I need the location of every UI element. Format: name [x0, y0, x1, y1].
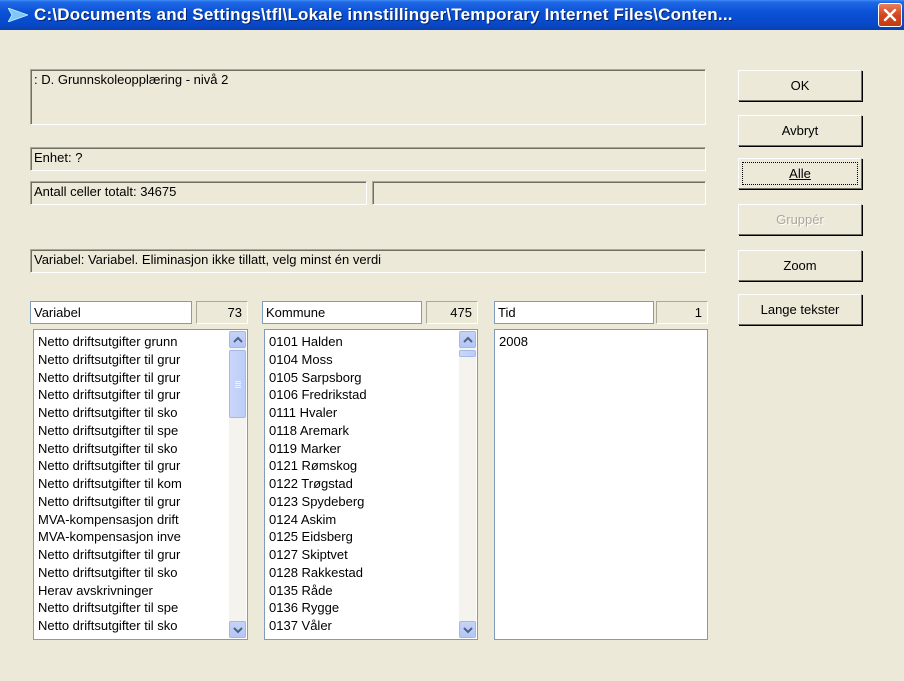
scroll-down-button[interactable] — [229, 621, 246, 638]
long-texts-button[interactable]: Lange tekster — [738, 294, 862, 325]
list-item[interactable]: 0137 Våler — [269, 617, 367, 635]
tid-count-value: 1 — [694, 305, 702, 320]
list-item[interactable]: 0122 Trøgstad — [269, 475, 367, 493]
list-item[interactable]: Netto driftsutgifter til sko — [38, 617, 182, 635]
list-item[interactable]: 0111 Hvaler — [269, 404, 367, 422]
chevron-down-icon — [233, 627, 243, 634]
list-item[interactable]: 0104 Moss — [269, 351, 367, 369]
title-bar[interactable]: C:\Documents and Settings\tfl\Lokale inn… — [0, 0, 904, 30]
list-item[interactable]: 0105 Sarpsborg — [269, 369, 367, 387]
list-item[interactable]: Netto driftsutgifter til spe — [38, 599, 182, 617]
kommune-scrollbar[interactable] — [459, 331, 476, 638]
list-item[interactable]: 0127 Skiptvet — [269, 546, 367, 564]
variabel-listbox[interactable]: Netto driftsutgifter grunn Netto driftsut… — [33, 329, 248, 640]
list-item[interactable]: 0118 Aremark — [269, 422, 367, 440]
kommune-header-label: Kommune — [266, 305, 326, 320]
table-name-text: : D. Grunnskoleopplæring - nivå 2 — [34, 72, 229, 87]
unit-text: Enhet: ? — [34, 150, 83, 165]
cell-count-text: Antall celler totalt: 34675 — [34, 184, 177, 199]
close-button[interactable] — [878, 3, 902, 27]
list-item[interactable]: 0123 Spydeberg — [269, 493, 367, 511]
group-button[interactable]: Gruppér — [738, 204, 862, 235]
unit-field: Enhet: ? — [30, 147, 706, 171]
kommune-count: 475 — [426, 301, 478, 324]
cell-extra-field — [372, 181, 706, 205]
group-label: Gruppér — [776, 212, 824, 227]
variabel-count-value: 73 — [227, 305, 242, 320]
chevron-up-icon — [463, 336, 473, 343]
list-item[interactable]: 0121 Rømskog — [269, 457, 367, 475]
list-item[interactable]: Netto driftsutgifter til grur — [38, 457, 182, 475]
zoom-button[interactable]: Zoom — [738, 250, 862, 281]
kommune-header[interactable]: Kommune — [262, 301, 422, 324]
list-item[interactable]: 0101 Halden — [269, 333, 367, 351]
variabel-header-label: Variabel — [34, 305, 81, 320]
list-item[interactable]: 0106 Fredrikstad — [269, 386, 367, 404]
list-item[interactable]: MVA-kompensasjon inve — [38, 528, 182, 546]
variabel-count: 73 — [196, 301, 248, 324]
list-item[interactable]: Netto driftsutgifter til sko — [38, 404, 182, 422]
list-item[interactable]: Netto driftsutgifter til kom — [38, 475, 182, 493]
ok-label: OK — [790, 78, 810, 93]
list-item[interactable]: MVA-kompensasjon drift — [38, 511, 182, 529]
zoom-label: Zoom — [783, 258, 817, 273]
all-label: Alle — [789, 166, 811, 181]
variabel-items: Netto driftsutgifter grunn Netto driftsut… — [38, 333, 182, 635]
app-icon — [8, 8, 28, 22]
chevron-up-icon — [233, 336, 243, 343]
list-item[interactable]: Netto driftsutgifter til grur — [38, 386, 182, 404]
list-item[interactable]: Netto driftsutgifter til grur — [38, 351, 182, 369]
tid-header-label: Tid — [498, 305, 516, 320]
scroll-down-button[interactable] — [459, 621, 476, 638]
list-item[interactable]: 0124 Askim — [269, 511, 367, 529]
window-title: C:\Documents and Settings\tfl\Lokale inn… — [34, 5, 733, 24]
scroll-up-button[interactable] — [229, 331, 246, 348]
cancel-button[interactable]: Avbryt — [738, 115, 862, 146]
cell-count-field: Antall celler totalt: 34675 — [30, 181, 367, 205]
chevron-down-icon — [463, 627, 473, 634]
list-item[interactable]: Netto driftsutgifter grunn — [38, 333, 182, 351]
list-item[interactable]: 0128 Rakkestad — [269, 564, 367, 582]
variable-desc-field: Variabel: Variabel. Eliminasjon ikke til… — [30, 249, 706, 273]
tid-count: 1 — [656, 301, 708, 324]
scroll-up-button[interactable] — [459, 331, 476, 348]
variabel-scrollbar[interactable] — [229, 331, 246, 638]
list-item[interactable]: Netto driftsutgifter til sko — [38, 440, 182, 458]
list-item[interactable]: 0136 Rygge — [269, 599, 367, 617]
list-item[interactable]: Netto driftsutgifter til grur — [38, 369, 182, 387]
cancel-label: Avbryt — [781, 123, 819, 138]
scroll-thumb[interactable] — [459, 350, 476, 357]
tid-items: 2008 — [499, 333, 528, 351]
tid-listbox[interactable]: 2008 — [494, 329, 708, 640]
list-item[interactable]: 0135 Råde — [269, 582, 367, 600]
long-texts-label: Lange tekster — [760, 302, 840, 317]
kommune-listbox[interactable]: 0101 Halden 0104 Moss 0105 Sarpsborg 0106 F… — [264, 329, 478, 640]
list-item[interactable]: Netto driftsutgifter til spe — [38, 422, 182, 440]
variable-desc-text: Variabel: Variabel. Eliminasjon ikke til… — [34, 252, 382, 267]
table-name-field: : D. Grunnskoleopplæring - nivå 2 — [30, 69, 706, 125]
all-button[interactable]: Alle — [738, 158, 862, 189]
tid-header[interactable]: Tid — [494, 301, 654, 324]
close-icon — [883, 8, 897, 22]
kommune-count-value: 475 — [450, 305, 472, 320]
kommune-items: 0101 Halden 0104 Moss 0105 Sarpsborg 0106 F… — [269, 333, 367, 635]
list-item[interactable]: Herav avskrivninger — [38, 582, 182, 600]
list-item[interactable]: Netto driftsutgifter til sko — [38, 564, 182, 582]
list-item[interactable]: 0119 Marker — [269, 440, 367, 458]
list-item[interactable]: 0125 Eidsberg — [269, 528, 367, 546]
ok-button[interactable]: OK — [738, 70, 862, 101]
list-item[interactable]: 2008 — [499, 333, 528, 351]
list-item[interactable]: Netto driftsutgifter til grur — [38, 493, 182, 511]
scroll-thumb[interactable] — [229, 350, 246, 418]
variabel-header[interactable]: Variabel — [30, 301, 192, 324]
list-item[interactable]: Netto driftsutgifter til grur — [38, 546, 182, 564]
